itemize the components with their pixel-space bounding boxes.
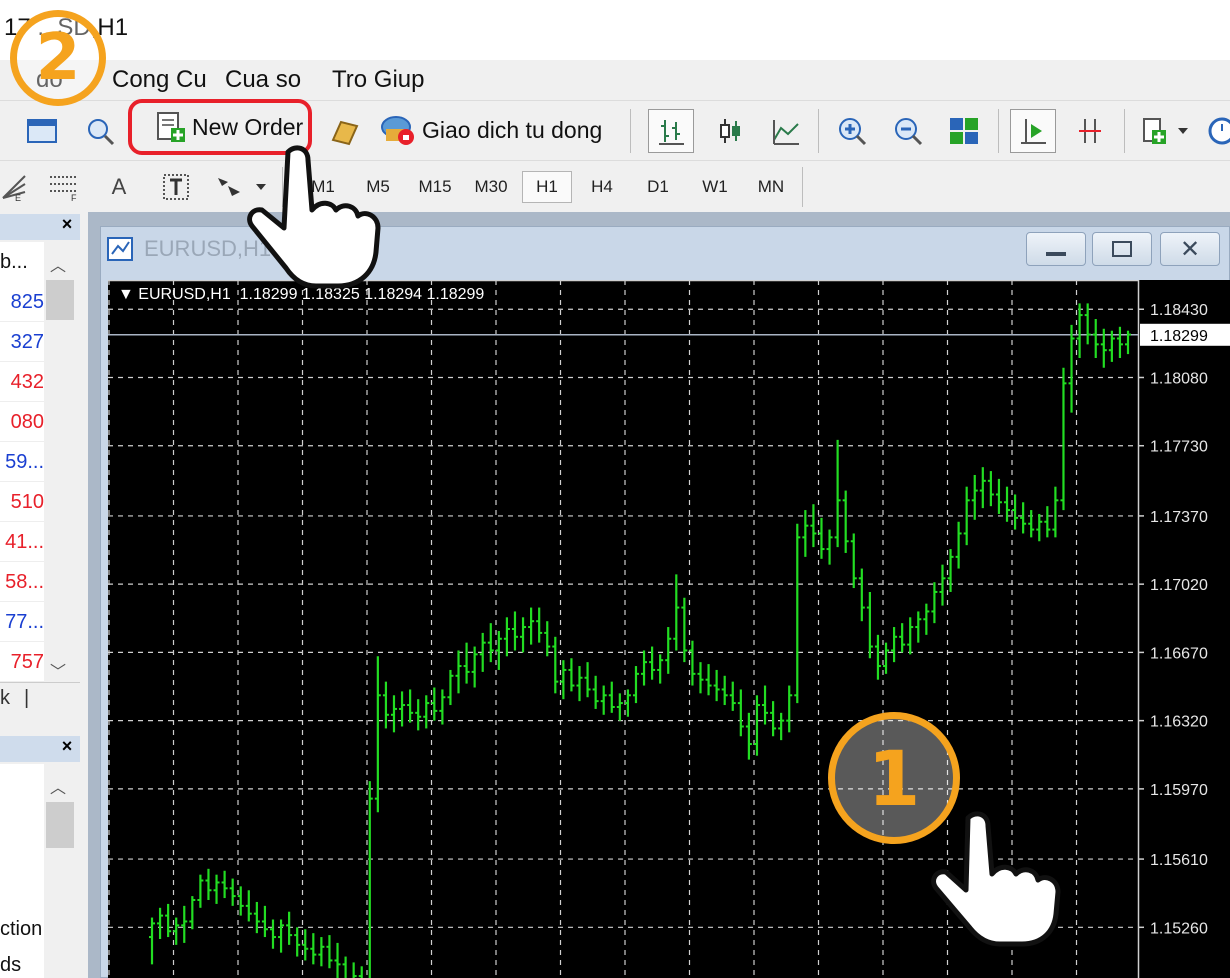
price-axis-label: 1.17370	[1150, 509, 1208, 526]
market-watch-row[interactable]: 59...	[0, 442, 44, 482]
menu-bar: do Cong Cu Cua so Tro Giup	[0, 60, 1230, 100]
menu-item-help[interactable]: Tro Giup	[332, 66, 424, 94]
market-watch-row[interactable]: 41...	[0, 522, 44, 562]
toolbar-separator	[802, 167, 803, 207]
market-watch-row[interactable]: 77...	[0, 602, 44, 642]
price-axis-label: 1.18430	[1150, 302, 1208, 319]
market-watch-row[interactable]: 510	[0, 482, 44, 522]
fibonacci-icon[interactable]: F	[46, 169, 82, 205]
market-watch-row[interactable]: 327	[0, 322, 44, 362]
minimize-button[interactable]	[1026, 232, 1086, 266]
market-watch-list: 825 327 432 080 59... 510 41... 58... 77... 757	[0, 282, 44, 682]
new-order-icon	[157, 112, 185, 142]
scrollbar[interactable]: ︿ ﹀	[44, 242, 76, 682]
price-axis-label: 1.15610	[1150, 852, 1208, 869]
text-tool-icon[interactable]: A	[104, 169, 134, 205]
close-icon: ✕	[1179, 235, 1201, 263]
candlestick-icon[interactable]	[708, 111, 752, 151]
step-1-label: 1	[867, 733, 921, 823]
price-axis-label: 1.15970	[1150, 782, 1208, 799]
close-button[interactable]: ✕	[1160, 232, 1220, 266]
toolbar-separator	[818, 109, 819, 153]
zoom-in-icon[interactable]	[830, 111, 874, 151]
timeframe-mn[interactable]: MN	[746, 171, 796, 203]
clock-icon[interactable]	[1206, 111, 1230, 151]
navigator-item[interactable]: ds	[0, 954, 21, 977]
minimize-icon	[1046, 252, 1066, 256]
zoom-window-icon[interactable]	[80, 113, 120, 149]
menu-item-tools[interactable]: Cong Cu	[112, 66, 207, 94]
tab-divider: |	[24, 687, 30, 709]
standard-toolbar: New Order Giao dich tu dong	[0, 99, 1230, 161]
profiles-icon[interactable]	[22, 113, 62, 149]
scroll-thumb[interactable]	[46, 280, 74, 320]
scroll-down-icon[interactable]: ﹀	[50, 658, 66, 682]
restore-button[interactable]	[1092, 232, 1152, 266]
left-dock: × b... 825 327 432 080 59... 510 41... 58... 77.…	[0, 212, 88, 978]
scroll-thumb[interactable]	[46, 802, 74, 848]
price-axis-label: 1.16320	[1150, 714, 1208, 731]
timeframe-m15[interactable]: M15	[408, 171, 462, 203]
market-watch-row[interactable]: 58...	[0, 562, 44, 602]
toolbar-separator	[998, 109, 999, 153]
tab-fragment[interactable]: k	[0, 687, 10, 710]
navigator-item[interactable]: ction	[0, 918, 42, 941]
timeframe-m30[interactable]: M30	[464, 171, 518, 203]
market-watch-row[interactable]: 757	[0, 642, 44, 682]
auto-trading-button[interactable]: Giao dich tu dong	[378, 109, 618, 151]
market-watch-header: b...	[0, 242, 44, 283]
line-studies-toolbar: E F A M1 M5 M15 M30 H1 H4 D1 W1 MN	[0, 160, 1230, 213]
menu-item-window[interactable]: Cua so	[225, 66, 301, 94]
auto-scroll-icon[interactable]	[1068, 111, 1112, 151]
restore-icon	[1112, 241, 1132, 257]
indicators-icon[interactable]	[1136, 111, 1194, 151]
price-axis-label: 1.16670	[1150, 645, 1208, 662]
line-chart-icon[interactable]	[764, 111, 808, 151]
tile-windows-icon[interactable]	[942, 111, 986, 151]
close-icon[interactable]: ×	[56, 736, 78, 762]
gann-fan-icon[interactable]: E	[0, 169, 30, 205]
timeframe-d1[interactable]: D1	[634, 171, 682, 203]
zoom-out-icon[interactable]	[886, 111, 930, 151]
price-axis-label: 1.15260	[1150, 920, 1208, 937]
step-2-badge: 2	[10, 10, 106, 106]
svg-text:F: F	[71, 193, 77, 202]
title-bar: 17 ...SD,H1	[0, 0, 1230, 60]
text-label-icon[interactable]	[160, 169, 192, 205]
scrollbar[interactable]: ︿	[44, 764, 76, 978]
chart-window-icon	[106, 236, 134, 262]
navigator-list: ction ds	[0, 764, 44, 978]
market-watch-row[interactable]: 432	[0, 362, 44, 402]
market-watch-row[interactable]: 825	[0, 282, 44, 322]
step-2-label: 2	[35, 21, 81, 95]
price-axis-label: 1.17020	[1150, 577, 1208, 594]
toolbar-separator	[1124, 109, 1125, 153]
market-watch-tabs: k |	[0, 682, 80, 719]
close-icon[interactable]: ×	[56, 214, 78, 240]
svg-text:E: E	[15, 193, 21, 202]
scroll-up-icon[interactable]: ︿	[50, 252, 66, 276]
timeframe-h4[interactable]: H4	[578, 171, 626, 203]
timeframe-w1[interactable]: W1	[690, 171, 740, 203]
market-watch-row[interactable]: 080	[0, 402, 44, 442]
timeframe-h1[interactable]: H1	[522, 171, 572, 203]
hand-pointer-icon	[236, 140, 396, 295]
hand-pointer-icon	[924, 808, 1074, 953]
toolbar-separator	[630, 109, 631, 153]
price-axis-label: 1.18080	[1150, 370, 1208, 387]
price-axis-label: 1.17730	[1150, 439, 1208, 456]
collapse-arrow-icon[interactable]: ▼	[118, 286, 138, 303]
current-price-label: 1.18299	[1150, 328, 1208, 345]
chart-shift-icon[interactable]	[1010, 109, 1056, 153]
new-order-label: New Order	[192, 113, 304, 140]
auto-trading-label: Giao dich tu dong	[422, 116, 603, 143]
bar-chart-icon[interactable]	[648, 109, 694, 153]
scroll-up-icon[interactable]: ︿	[50, 774, 66, 798]
